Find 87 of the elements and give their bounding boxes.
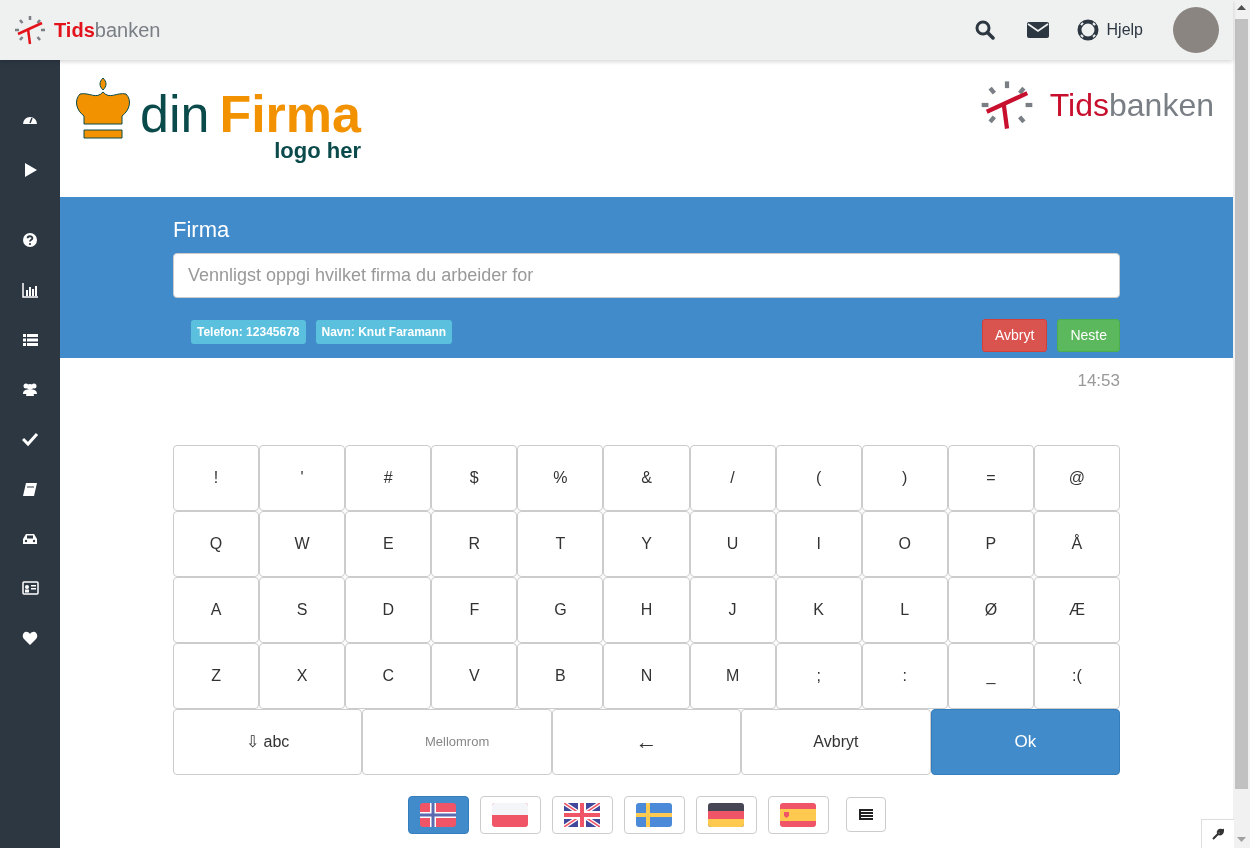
key[interactable]: F [431,576,518,643]
key[interactable]: A [173,576,260,643]
key[interactable]: % [517,444,604,511]
key[interactable]: / [689,444,776,511]
key[interactable]: C [345,642,432,709]
wrench-icon [1212,828,1224,840]
key[interactable]: N [603,642,690,709]
spain-flag-icon [780,802,816,827]
company-input-field[interactable]: Vennligst oppgi hvilket firma du arbeider for [173,253,1120,298]
list-icon [858,808,873,820]
book-icon[interactable] [21,480,39,497]
key[interactable]: P [947,510,1034,577]
key[interactable]: L [861,576,948,643]
clock-icon [979,79,1034,131]
key[interactable]: & [603,444,690,511]
lifebuoy-icon [1076,19,1099,41]
key[interactable]: I [775,510,862,577]
key[interactable]: V [431,642,518,709]
backspace-key[interactable]: ← [551,708,742,775]
help-icon[interactable] [21,232,39,249]
key[interactable]: :( [1033,642,1120,709]
key[interactable]: H [603,576,690,643]
key[interactable]: D [345,576,432,643]
norway-flag-icon [420,802,456,827]
key[interactable]: Y [603,510,690,577]
key[interactable]: T [517,510,604,577]
key[interactable]: Z [173,642,260,709]
field-label: Firma [173,217,231,243]
key[interactable]: M [689,642,776,709]
avatar[interactable] [1173,7,1219,53]
key[interactable]: ( [775,444,862,511]
language-button[interactable] [695,795,757,834]
key[interactable]: ! [173,444,260,511]
checkmark-icon[interactable] [21,431,39,448]
bar-chart-icon[interactable] [21,282,39,299]
info-tag: Telefon: 12345678 [191,320,306,344]
key[interactable]: _ [947,642,1034,709]
ok-key[interactable]: Ok [930,708,1120,775]
key[interactable]: @ [1033,444,1120,511]
key[interactable]: Å [1033,510,1120,577]
key[interactable]: B [517,642,604,709]
key[interactable]: ; [775,642,862,709]
list-icon[interactable] [21,331,39,348]
heart-icon[interactable] [21,629,39,646]
key[interactable]: ' [259,444,346,511]
search-icon[interactable] [974,20,995,40]
germany-flag-icon [708,802,744,827]
uk-flag-icon [564,802,600,827]
key[interactable]: W [259,510,346,577]
space-key[interactable]: Mellomrom [362,708,552,775]
key[interactable]: $ [431,444,518,511]
key[interactable]: ) [861,444,948,511]
key[interactable]: Æ [1033,576,1120,643]
key[interactable]: = [947,444,1034,511]
key[interactable]: G [517,576,604,643]
key[interactable]: J [689,576,776,643]
key[interactable]: R [431,510,518,577]
key[interactable]: O [861,510,948,577]
key[interactable]: Q [173,510,260,577]
info-tag: Navn: Knut Faramann [315,320,453,344]
key[interactable]: U [689,510,776,577]
language-button[interactable] [551,795,613,834]
help-link[interactable]: Hjelp [1076,18,1143,42]
mail-icon[interactable] [1026,22,1049,38]
cancel-button[interactable]: Avbryt [982,319,1048,352]
clock-time: 14:53 [1077,370,1120,392]
key[interactable]: K [775,576,862,643]
key[interactable]: Ø [947,576,1034,643]
poland-flag-icon [492,802,528,827]
scroll-up-icon[interactable] [1237,5,1246,10]
id-card-icon[interactable] [21,580,39,597]
cancel-key[interactable]: Avbryt [741,708,931,775]
brand-name-part: Tids [54,18,95,43]
vendor-logo: Tidsbanken [979,79,1214,131]
key[interactable]: S [259,576,346,643]
settings-button[interactable] [1201,819,1234,848]
language-list-button[interactable] [845,796,886,832]
key[interactable]: X [259,642,346,709]
key[interactable]: : [861,642,948,709]
logo-icon [14,15,46,45]
company-logo: din Firma logo her [74,76,361,164]
shift-key[interactable]: ⇩ abc [173,708,363,775]
key[interactable]: E [345,510,432,577]
sweden-flag-icon [636,802,672,827]
key[interactable]: # [345,444,432,511]
language-button[interactable] [407,795,469,834]
brand-name-part: banken [94,18,161,43]
